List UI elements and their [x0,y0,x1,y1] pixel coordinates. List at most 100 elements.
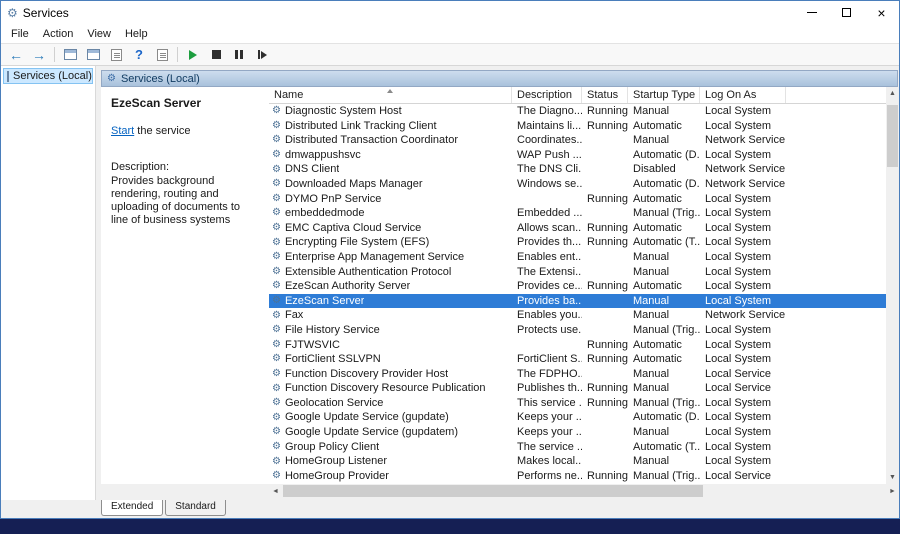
scroll-down-arrow[interactable]: ▼ [886,471,899,484]
back-icon: ← [9,48,23,62]
column-header-name[interactable]: Name [269,87,512,103]
tab-standard[interactable]: Standard [165,500,226,516]
menu-file[interactable]: File [4,26,36,42]
table-row[interactable]: ⚙DNS ClientThe DNS Cli...DisabledNetwork… [269,162,886,177]
service-gear-icon: ⚙ [272,208,281,218]
table-row[interactable]: ⚙Group Policy ClientThe service ...Autom… [269,440,886,455]
column-header-fill [786,87,886,103]
menu-view[interactable]: View [80,26,118,42]
restart-service-button[interactable] [251,45,273,65]
selected-service-title: EzeScan Server [111,96,259,110]
vertical-scroll-thumb[interactable] [887,105,898,167]
service-gear-icon: ⚙ [272,457,281,467]
minimize-button[interactable] [794,1,829,24]
table-row[interactable]: ⚙HomeGroup ListenerMakes local...ManualL… [269,454,886,469]
pane-header: ⚙ Services (Local) [101,70,898,87]
column-header-log-on-as[interactable]: Log On As [700,87,786,103]
table-row[interactable]: ⚙FortiClient SSLVPNFortiClient S...Runni… [269,352,886,367]
window-title: Services [23,6,69,20]
services-window: ⚙ Services × File Action View Help ← → ? [0,0,900,519]
services-list: Name Description Status Startup Type Log… [269,87,886,484]
vertical-scrollbar[interactable]: ▲ ▼ [886,87,899,484]
stop-service-button[interactable] [205,45,227,65]
column-header-startup-type[interactable]: Startup Type [628,87,700,103]
table-row[interactable]: ⚙HomeGroup ProviderPerforms ne...Running… [269,469,886,484]
table-row[interactable]: ⚙EzeScan Authority ServerProvides ce...R… [269,279,886,294]
table-row[interactable]: ⚙EzeScan ServerProvides ba...ManualLocal… [269,294,886,309]
table-row[interactable]: ⚙Encrypting File System (EFS)Provides th… [269,235,886,250]
service-gear-icon: ⚙ [272,281,281,291]
pause-service-button[interactable] [228,45,250,65]
table-row[interactable]: ⚙Function Discovery Provider HostThe FDP… [269,367,886,382]
export-list-button[interactable] [105,45,127,65]
service-name: Encrypting File System (EFS) [285,235,429,250]
console-tree-icon [64,49,77,60]
service-name: DYMO PnP Service [285,192,381,207]
table-row[interactable]: ⚙Distributed Link Tracking ClientMaintai… [269,119,886,134]
back-button[interactable]: ← [5,45,27,65]
app-icon: ⚙ [7,7,18,19]
table-row[interactable]: ⚙embeddedmodeEmbedded ...Manual (Trig...… [269,206,886,221]
desktop: ⚙ Services × File Action View Help ← → ? [0,0,900,534]
table-row[interactable]: ⚙Extensible Authentication ProtocolThe E… [269,265,886,280]
service-name: Function Discovery Resource Publication [285,381,486,396]
table-row[interactable]: ⚙FaxEnables you...ManualNetwork Service [269,308,886,323]
service-name: embeddedmode [285,206,365,221]
horizontal-scrollbar[interactable]: ◄ ► [269,484,899,498]
view-tabs: Extended Standard [101,500,226,516]
help-button[interactable]: ? [128,45,150,65]
service-gear-icon: ⚙ [272,442,281,452]
service-name: HomeGroup Provider [285,469,389,484]
scroll-left-arrow[interactable]: ◄ [269,484,282,498]
tree-item-label: Services (Local) [13,70,92,82]
service-gear-icon: ⚙ [272,325,281,335]
service-gear-icon: ⚙ [272,398,281,408]
forward-button[interactable]: → [28,45,50,65]
menu-help[interactable]: Help [118,26,155,42]
scroll-up-arrow[interactable]: ▲ [886,87,899,100]
restart-icon [258,50,267,59]
table-row[interactable]: ⚙EMC Captiva Cloud ServiceAllows scan...… [269,221,886,236]
service-name: dmwappushsvc [285,148,361,163]
service-gear-icon: ⚙ [272,165,281,175]
start-service-link[interactable]: Start [111,125,134,137]
service-gear-icon: ⚙ [272,194,281,204]
column-header-description[interactable]: Description [512,87,582,103]
maximize-button[interactable] [829,1,864,24]
table-row[interactable]: ⚙Downloaded Maps ManagerWindows se...Aut… [269,177,886,192]
table-row[interactable]: ⚙DYMO PnP ServiceRunningAutomaticLocal S… [269,192,886,207]
sort-ascending-icon [387,89,393,93]
service-gear-icon: ⚙ [272,413,281,423]
column-header-status[interactable]: Status [582,87,628,103]
table-row[interactable]: ⚙dmwappushsvcWAP Push ...Automatic (D...… [269,148,886,163]
table-row[interactable]: ⚙FJTWSVICRunningAutomaticLocal System [269,338,886,353]
table-row[interactable]: ⚙Function Discovery Resource Publication… [269,381,886,396]
table-row[interactable]: ⚙Geolocation ServiceThis service ...Runn… [269,396,886,411]
service-name: Google Update Service (gupdatem) [285,425,458,440]
table-row[interactable]: ⚙Google Update Service (gupdate)Keeps yo… [269,410,886,425]
menu-action[interactable]: Action [36,26,81,42]
table-row[interactable]: ⚙File History ServiceProtects use...Manu… [269,323,886,338]
services-gear-icon: ⚙ [107,74,116,84]
refresh-button[interactable] [151,45,173,65]
show-console-tree-button[interactable] [59,45,81,65]
titlebar[interactable]: ⚙ Services × [1,1,899,24]
tree-item-services-local[interactable]: Services (Local) [3,68,93,84]
tab-extended[interactable]: Extended [101,500,163,516]
console-node-icon [7,71,9,82]
scroll-right-arrow[interactable]: ► [886,484,899,498]
column-headers: Name Description Status Startup Type Log… [269,87,886,104]
table-row[interactable]: ⚙Google Update Service (gupdatem)Keeps y… [269,425,886,440]
horizontal-scroll-thumb[interactable] [283,485,703,497]
main-area: Services (Local) ⚙ Services (Local) EzeS… [1,66,899,518]
service-name: EzeScan Authority Server [285,279,410,294]
table-row[interactable]: ⚙Diagnostic System HostThe Diagno...Runn… [269,104,886,119]
table-row[interactable]: ⚙Distributed Transaction CoordinatorCoor… [269,133,886,148]
table-row[interactable]: ⚙Enterprise App Management ServiceEnable… [269,250,886,265]
close-button[interactable]: × [864,1,899,24]
pane-header-label: Services (Local) [121,73,200,85]
start-service-button[interactable] [182,45,204,65]
properties-button[interactable] [82,45,104,65]
service-name: Diagnostic System Host [285,104,402,119]
service-gear-icon: ⚙ [272,223,281,233]
